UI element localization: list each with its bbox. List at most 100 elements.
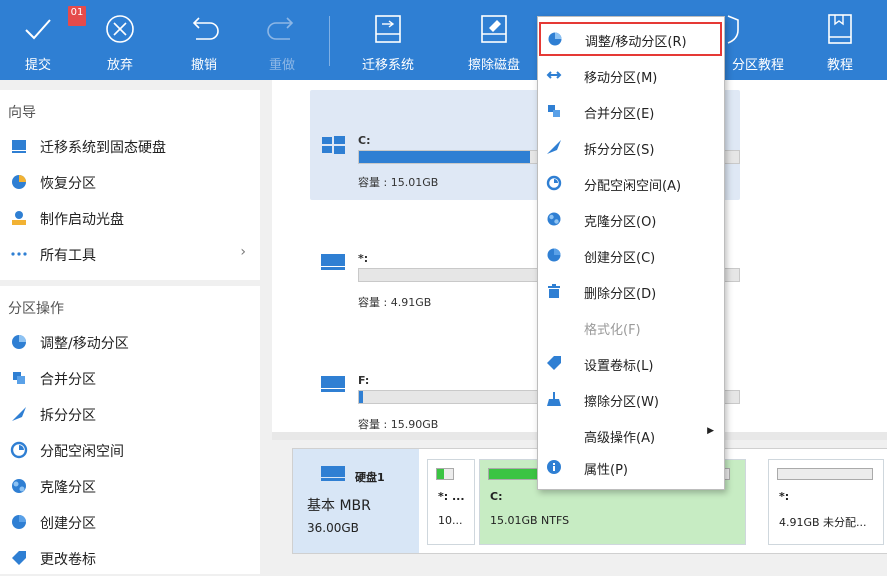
allocate-icon	[10, 441, 28, 459]
toolbar: 01 提交 放弃 撤销 重做 迁移系统 擦除磁盘 分区教程 教程	[0, 0, 887, 80]
redo-icon	[267, 17, 294, 40]
disk-type: 基本 MBR	[307, 498, 371, 514]
menu-item-split[interactable]: 拆分分区(S)	[538, 129, 724, 165]
usage-fill	[359, 391, 363, 403]
operations-panel: 分区操作 调整/移动分区 合并分区 拆分分区 分配空闲空间 克隆分区 创建分区 …	[0, 286, 260, 574]
tutorial-label: 教程	[826, 58, 853, 73]
move-arrows-icon	[546, 71, 562, 79]
menu-item-advanced[interactable]: 高级操作(A) ▶	[538, 417, 724, 453]
guide-item-recover[interactable]: 恢复分区	[0, 164, 260, 200]
migrate-os-label: 迁移系统	[361, 58, 414, 73]
more-icon	[11, 252, 27, 256]
op-item-resize[interactable]: 调整/移动分区	[0, 324, 260, 360]
op-item-label: 克隆分区	[40, 480, 96, 496]
wipe-disk-button[interactable]: 擦除磁盘	[456, 0, 532, 80]
op-item-label: 创建分区	[40, 516, 96, 532]
disk-partition-info: 4.91GB 未分配...	[779, 516, 867, 529]
submenu-arrow-icon: ▶	[707, 426, 714, 436]
disk-partition-name: *:	[779, 490, 790, 503]
check-icon	[25, 19, 51, 40]
pending-count-badge: 01	[68, 6, 86, 26]
toolbar-separator	[329, 16, 330, 66]
guide-panel: 向导 迁移系统到固态硬盘 恢复分区 制作启动光盘 所有工具 ›	[0, 90, 260, 280]
tag-icon	[547, 356, 561, 370]
partition-name: F:	[358, 374, 370, 387]
drive-icon	[321, 254, 345, 270]
partition-capacity: 容量 : 15.90GB	[358, 418, 439, 431]
op-item-split[interactable]: 拆分分区	[0, 396, 260, 432]
op-item-label: 拆分分区	[40, 408, 96, 424]
menu-item-label: 合并分区(E)	[584, 107, 655, 122]
guide-item-bootdisk[interactable]: 制作启动光盘	[0, 200, 260, 236]
menu-item-label: 调整/移动分区(R)	[585, 35, 687, 50]
disk-partition-block-unallocated[interactable]: *: 4.91GB 未分配...	[768, 459, 884, 545]
disk-partition-name: *: ...	[438, 490, 465, 503]
menu-item-move[interactable]: 移动分区(M)	[538, 57, 724, 93]
allocate-icon	[546, 175, 562, 191]
commit-label: 提交	[24, 58, 51, 73]
wipe-disk-label: 擦除磁盘	[467, 58, 520, 73]
operations-title: 分区操作	[8, 301, 64, 317]
menu-item-label: 属性(P)	[584, 463, 628, 478]
book-icon	[828, 14, 852, 44]
migrate-icon	[12, 140, 26, 153]
disk-partition-name: C:	[490, 490, 503, 503]
op-item-merge[interactable]: 合并分区	[0, 360, 260, 396]
menu-item-wipe[interactable]: 擦除分区(W)	[538, 381, 724, 417]
disk-name: 硬盘1	[355, 471, 385, 484]
wipe-disk-icon	[481, 15, 507, 43]
guide-item-all-tools[interactable]: 所有工具 ›	[0, 236, 260, 272]
menu-item-resize-move[interactable]: 调整/移动分区(R)	[539, 22, 722, 56]
tutorial-button[interactable]: 教程	[810, 0, 870, 80]
cancel-circle-icon	[106, 15, 134, 43]
menu-item-label: 拆分分区(S)	[584, 143, 655, 158]
menu-item-label: 克隆分区(O)	[584, 215, 657, 230]
create-icon	[547, 248, 561, 262]
undo-label: 撤销	[190, 58, 217, 73]
resize-icon	[548, 32, 562, 46]
menu-item-set-label[interactable]: 设置卷标(L)	[538, 345, 724, 381]
partition-bar	[777, 468, 873, 480]
migrate-drive-icon	[375, 15, 401, 43]
menu-item-format[interactable]: 格式化(F)	[538, 309, 724, 345]
menu-item-create[interactable]: 创建分区(C)	[538, 237, 724, 273]
op-item-create[interactable]: 创建分区	[0, 504, 260, 540]
usage-fill	[359, 151, 530, 163]
menu-item-allocate[interactable]: 分配空闲空间(A)	[538, 165, 724, 201]
drive-icon	[321, 376, 345, 392]
trash-icon	[548, 284, 560, 298]
clone-icon	[547, 212, 561, 226]
redo-label: 重做	[268, 58, 295, 73]
create-icon	[12, 515, 26, 529]
menu-item-delete[interactable]: 删除分区(D)	[538, 273, 724, 309]
menu-item-label: 创建分区(C)	[584, 251, 656, 266]
menu-item-merge[interactable]: 合并分区(E)	[538, 93, 724, 129]
op-item-clone[interactable]: 克隆分区	[0, 468, 260, 504]
menu-item-label: 分配空闲空间(A)	[584, 179, 682, 194]
op-item-label: 合并分区	[40, 372, 96, 388]
undo-button[interactable]: 撤销	[176, 0, 232, 80]
broom-icon	[547, 392, 561, 406]
menu-item-properties[interactable]: 属性(P)	[538, 449, 724, 485]
disk-info: 硬盘1 基本 MBR 36.00GB	[293, 449, 419, 553]
menu-item-label: 设置卷标(L)	[584, 359, 654, 374]
merge-icon	[13, 372, 25, 384]
disk-partition-block[interactable]: *: ... 10...	[427, 459, 475, 545]
guide-item-label: 迁移系统到固态硬盘	[40, 140, 166, 156]
guide-item-migrate[interactable]: 迁移系统到固态硬盘	[0, 128, 260, 164]
menu-item-label: 移动分区(M)	[584, 71, 658, 86]
op-item-change-label[interactable]: 更改卷标	[0, 540, 260, 576]
resize-icon	[12, 335, 26, 349]
menu-item-label: 删除分区(D)	[584, 287, 657, 302]
commit-button[interactable]: 01 提交	[10, 0, 86, 80]
migrate-os-button[interactable]: 迁移系统	[350, 0, 426, 80]
op-item-allocate[interactable]: 分配空闲空间	[0, 432, 260, 468]
redo-button[interactable]: 重做	[254, 0, 310, 80]
partition-capacity: 容量 : 4.91GB	[358, 296, 432, 309]
clone-icon	[12, 479, 26, 493]
menu-item-clone[interactable]: 克隆分区(O)	[538, 201, 724, 237]
discard-button[interactable]: 放弃	[92, 0, 148, 80]
disk-partition-info: 15.01GB NTFS	[490, 514, 570, 527]
partition-used-fill	[437, 469, 444, 479]
split-icon	[12, 407, 26, 421]
